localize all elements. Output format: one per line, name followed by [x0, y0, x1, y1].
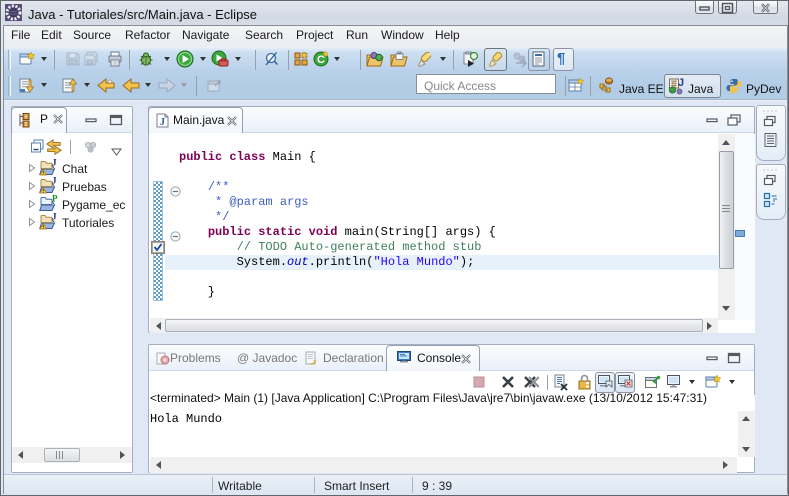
svg-text:J: J — [52, 213, 57, 222]
svg-text:J: J — [52, 177, 57, 186]
svg-text:J: J — [160, 117, 165, 128]
svg-text:J: J — [52, 159, 57, 168]
svg-text:J: J — [678, 77, 684, 89]
svg-text:P: P — [52, 195, 58, 204]
